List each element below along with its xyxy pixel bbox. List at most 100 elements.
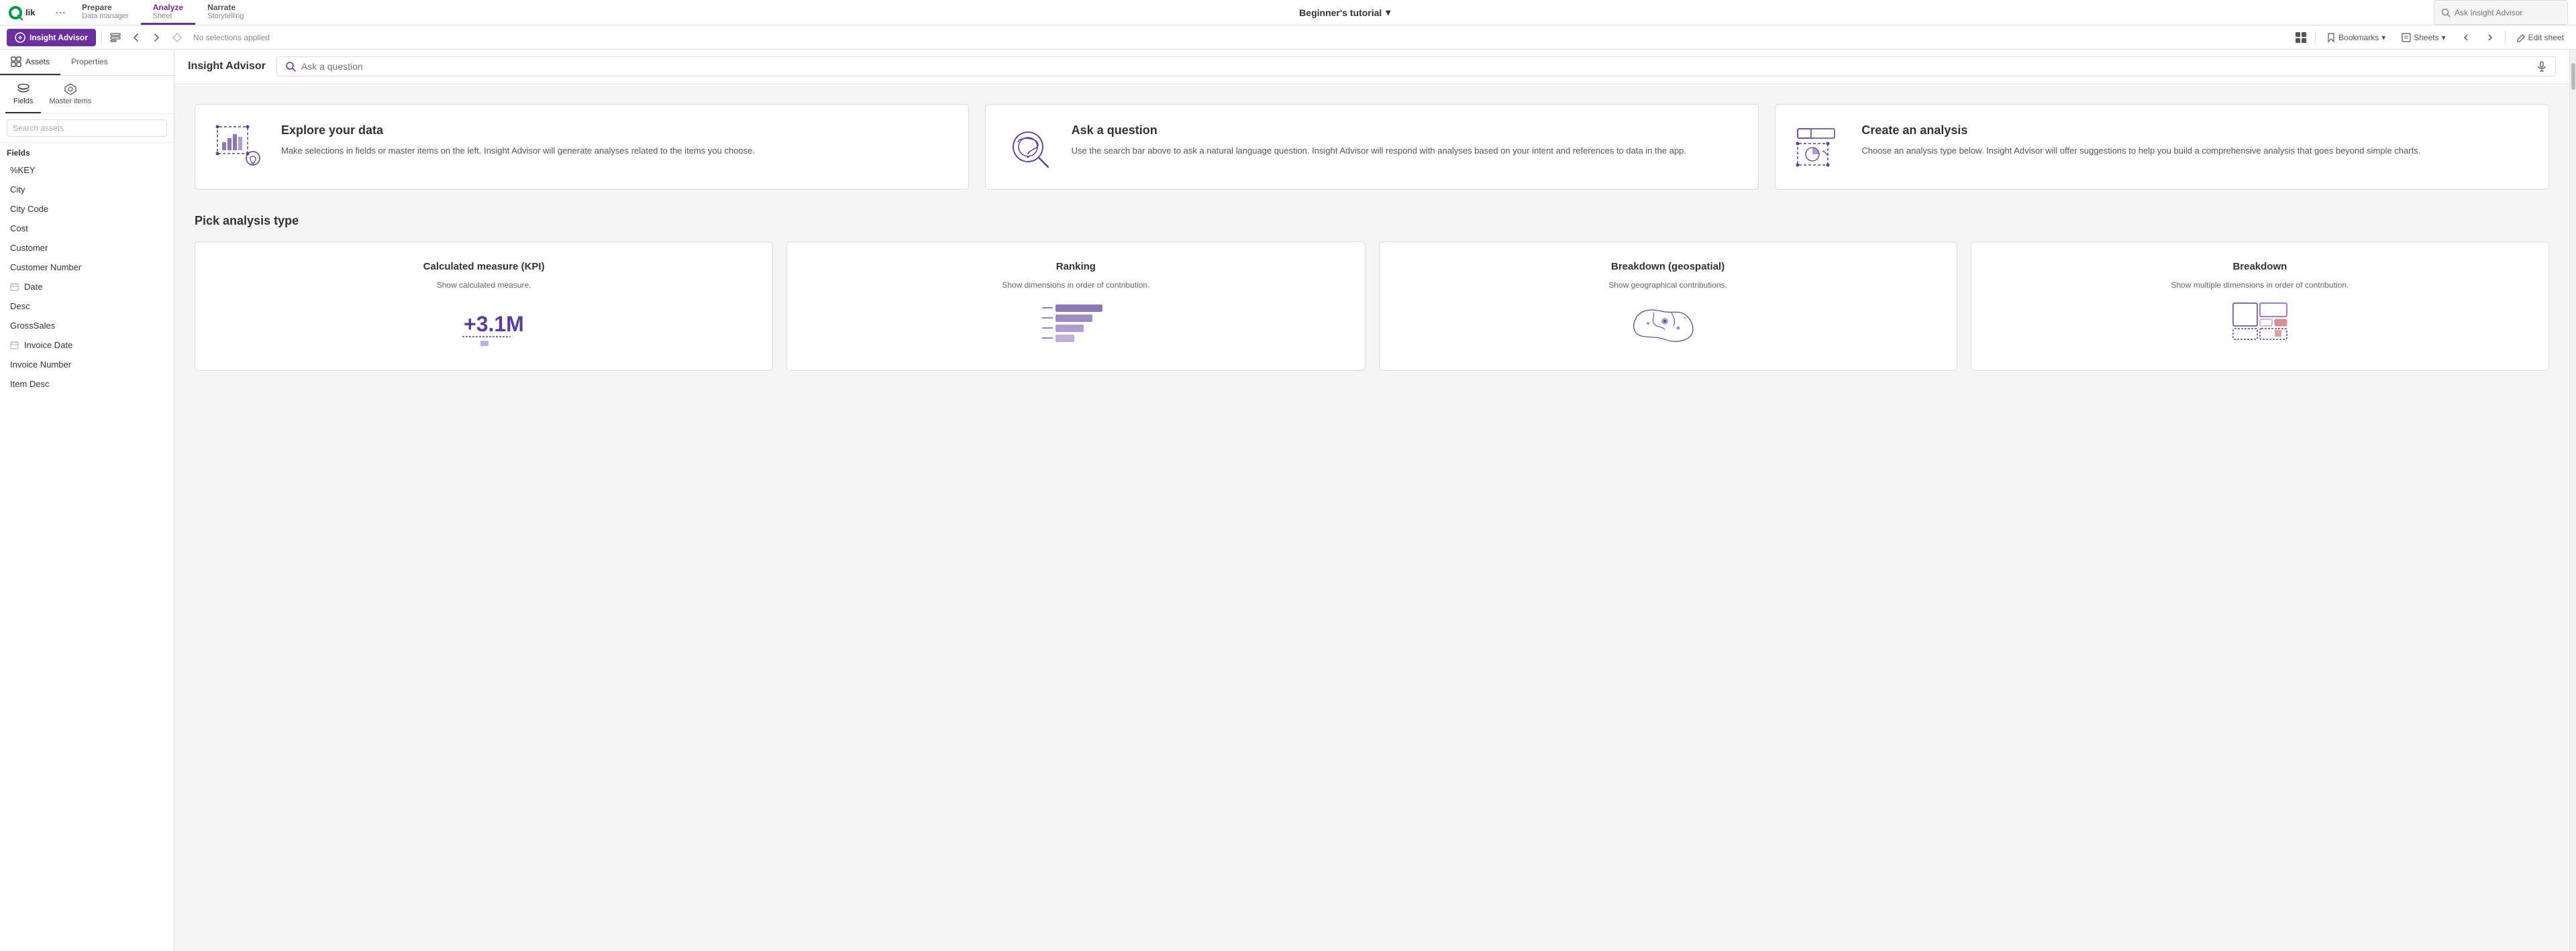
no-selections-label: No selections applied bbox=[193, 33, 270, 42]
forward-button[interactable] bbox=[149, 30, 164, 45]
bookmark-icon bbox=[2326, 33, 2336, 42]
tab-narrate-sub: Storytelling bbox=[207, 12, 244, 20]
field-item-name: Invoice Number bbox=[10, 359, 166, 370]
content-column: Insight Advisor bbox=[174, 50, 2569, 951]
field-item[interactable]: Invoice Number bbox=[0, 355, 174, 374]
field-item[interactable]: Cost bbox=[0, 219, 174, 238]
nav-search-input[interactable] bbox=[2455, 8, 2555, 17]
prev-sheet-icon bbox=[2462, 34, 2470, 42]
field-item[interactable]: Item Desc bbox=[0, 374, 174, 394]
field-item[interactable]: Desc bbox=[0, 296, 174, 316]
pick-analysis-title: Pick analysis type bbox=[195, 214, 2549, 228]
field-item[interactable]: Invoice Date bbox=[0, 335, 174, 355]
explore-icon-container bbox=[214, 123, 268, 170]
assets-tab-label: Assets bbox=[25, 57, 50, 66]
right-scrollbar[interactable] bbox=[2569, 50, 2576, 951]
ia-header-row: Insight Advisor bbox=[174, 50, 2569, 84]
tab-analyze-label: Analyze bbox=[153, 3, 183, 12]
tab-narrate[interactable]: Narrate Storytelling bbox=[195, 0, 256, 25]
sheets-label: Sheets bbox=[2414, 33, 2438, 42]
geospatial-visual bbox=[1628, 298, 1708, 351]
fields-list: %KEY CityCity CodeCostCustomer Customer Nu… bbox=[0, 160, 174, 951]
ranking-card-title: Ranking bbox=[1056, 261, 1096, 272]
microphone-icon[interactable] bbox=[2536, 61, 2547, 72]
more-options-button[interactable]: ⋯ bbox=[51, 0, 70, 25]
breakdown-card-desc: Show multiple dimensions in order of con… bbox=[2171, 280, 2349, 290]
edit-sheet-label: Edit sheet bbox=[2528, 33, 2564, 42]
field-item[interactable]: Date bbox=[0, 277, 174, 296]
field-item-name: Date bbox=[24, 282, 166, 292]
svg-text:lik: lik bbox=[25, 7, 36, 17]
analysis-card-breakdown[interactable]: Breakdown Show multiple dimensions in or… bbox=[1971, 241, 2549, 371]
forward-icon bbox=[152, 33, 161, 42]
app-title[interactable]: Beginner's tutorial ▾ bbox=[1299, 7, 1390, 18]
field-item-name: Item Desc bbox=[10, 379, 166, 389]
analysis-card-ranking[interactable]: Ranking Show dimensions in order of cont… bbox=[786, 241, 1365, 371]
insight-advisor-button[interactable]: Insight Advisor bbox=[7, 29, 96, 46]
sheets-button[interactable]: Sheets ▾ bbox=[2396, 30, 2451, 45]
explore-card-title: Explore your data bbox=[281, 123, 949, 137]
analysis-card-kpi[interactable]: Calculated measure (KPI) Show calculated… bbox=[195, 241, 773, 371]
ask-card-content: Ask a question Use the search bar above … bbox=[1072, 123, 1740, 158]
fields-tab-label: Fields bbox=[13, 97, 33, 105]
analysis-card-geospatial[interactable]: Breakdown (geospatial) Show geographical… bbox=[1379, 241, 1957, 371]
grid-icon bbox=[2295, 32, 2307, 44]
toolbar-right: Bookmarks ▾ Sheets ▾ bbox=[2292, 29, 2569, 46]
fields-section-label: Fields bbox=[0, 143, 174, 160]
clear-selections-button[interactable] bbox=[169, 30, 185, 46]
ranking-card-visual bbox=[1035, 298, 1116, 351]
tab-fields[interactable]: Fields bbox=[5, 76, 41, 113]
breakdown-card-title: Breakdown bbox=[2232, 261, 2287, 272]
field-item[interactable]: City bbox=[0, 180, 174, 199]
back-button[interactable] bbox=[129, 30, 144, 45]
search-assets-area bbox=[0, 114, 174, 143]
geospatial-card-desc: Show geographical contributions. bbox=[1608, 280, 1727, 290]
tab-analyze[interactable]: Analyze Sheet bbox=[141, 0, 195, 25]
nav-center: Beginner's tutorial ▾ bbox=[256, 0, 2434, 25]
explore-card-content: Explore your data Make selections in fie… bbox=[281, 123, 949, 158]
bookmarks-dropdown-icon: ▾ bbox=[2381, 33, 2385, 42]
info-card-ask: Ask a question Use the search bar above … bbox=[985, 104, 1759, 190]
field-item[interactable]: Customer bbox=[0, 238, 174, 258]
tab-prepare[interactable]: Prepare Data manager bbox=[70, 0, 141, 25]
grid-view-button[interactable] bbox=[2292, 29, 2310, 46]
field-item[interactable]: City Code bbox=[0, 199, 174, 219]
app-title-text: Beginner's tutorial bbox=[1299, 7, 1382, 18]
geospatial-card-title: Breakdown (geospatial) bbox=[1611, 261, 1724, 272]
more-icon: ⋯ bbox=[55, 6, 66, 19]
panel-tabs: Assets Properties bbox=[0, 50, 174, 76]
nav-search-bar[interactable] bbox=[2434, 0, 2568, 25]
insight-advisor-label: Insight Advisor bbox=[30, 33, 88, 42]
create-card-desc: Choose an analysis type below. Insight A… bbox=[1861, 144, 2530, 158]
ask-card-desc: Use the search bar above to ask a natura… bbox=[1072, 144, 1740, 158]
top-navigation: lik ⋯ Prepare Data manager Analyze Sheet… bbox=[0, 0, 2576, 25]
field-item-name: %KEY bbox=[10, 165, 166, 175]
field-item[interactable]: Customer Number bbox=[0, 258, 174, 277]
toolbar-separator-2 bbox=[2315, 31, 2316, 44]
prev-sheet-button[interactable] bbox=[2457, 31, 2475, 44]
ask-icon-container bbox=[1004, 123, 1058, 170]
field-item[interactable]: GrossSales bbox=[0, 316, 174, 335]
next-sheet-button[interactable] bbox=[2481, 31, 2500, 44]
edit-sheet-button[interactable]: Edit sheet bbox=[2511, 30, 2569, 45]
smart-search-button[interactable] bbox=[107, 30, 123, 46]
back-icon bbox=[132, 33, 141, 42]
ia-search-input[interactable] bbox=[301, 61, 2531, 72]
search-assets-input[interactable] bbox=[7, 119, 167, 137]
clear-icon bbox=[172, 32, 183, 43]
geospatial-card-visual bbox=[1628, 298, 1708, 351]
tab-properties[interactable]: Properties bbox=[60, 50, 119, 75]
breakdown-card-visual bbox=[2220, 298, 2300, 351]
field-item[interactable]: %KEY bbox=[0, 160, 174, 180]
kpi-card-visual: +3.1M bbox=[444, 298, 524, 351]
bookmarks-button[interactable]: Bookmarks ▾ bbox=[2321, 30, 2391, 45]
field-item-name: Customer Number bbox=[10, 262, 166, 272]
kpi-card-title: Calculated measure (KPI) bbox=[423, 261, 545, 272]
ia-search-bar[interactable] bbox=[276, 56, 2556, 76]
breakdown-visual bbox=[2220, 298, 2300, 351]
edit-icon bbox=[2516, 33, 2526, 42]
info-card-create: Create an analysis Choose an analysis ty… bbox=[1775, 104, 2549, 190]
create-icon bbox=[1794, 123, 1848, 170]
tab-master-items[interactable]: Master items bbox=[41, 76, 99, 113]
tab-assets[interactable]: Assets bbox=[0, 50, 60, 75]
